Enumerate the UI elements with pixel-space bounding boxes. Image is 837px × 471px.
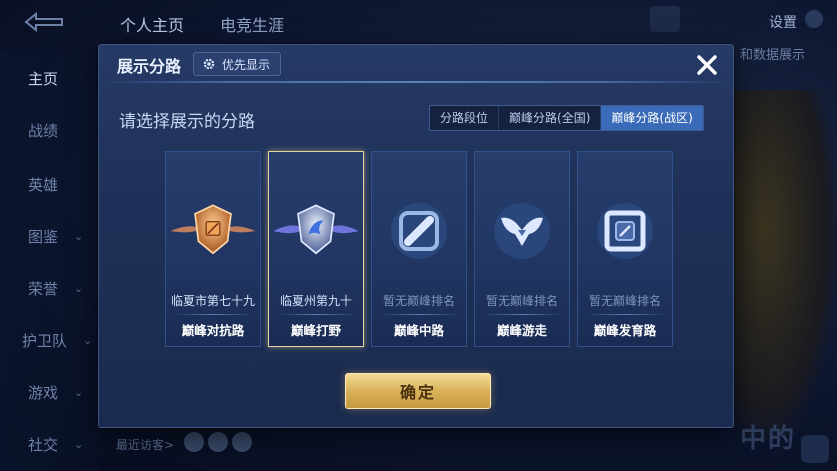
lane-card-top[interactable]: 临夏市第七十九 巅峰对抗路 (165, 151, 261, 347)
chevron-down-icon: ⌄ (74, 438, 84, 451)
card-rank-text: 临夏市第七十九 (170, 294, 255, 308)
back-arrow-icon[interactable] (22, 10, 70, 34)
card-lane-label: 巅峰游走 (496, 323, 547, 338)
settings-icon[interactable] (805, 10, 823, 28)
lane-card-jungle[interactable]: 临夏州第九十 巅峰打野 (268, 151, 364, 347)
sidebar-item-home[interactable]: 主页 (28, 68, 58, 89)
header-divider (99, 81, 733, 83)
roam-icon (475, 186, 569, 276)
card-divider (380, 314, 460, 315)
sidebar (0, 50, 100, 471)
corner-icon[interactable] (801, 435, 829, 463)
chevron-down-icon: ⌄ (74, 230, 84, 243)
dialog-header: 展示分路 优先显示 (99, 45, 733, 81)
sidebar-item-game[interactable]: 游戏 ⌄ (28, 382, 83, 403)
card-rank-text: 暂无巅峰排名 (485, 294, 558, 308)
tab-lane-rank[interactable]: 分路段位 (430, 106, 500, 130)
silver-shield-emblem-icon (269, 186, 363, 276)
sidebar-item-social[interactable]: 社交 ⌄ (28, 434, 83, 455)
chevron-down-icon: ⌄ (74, 386, 84, 399)
banner-text: 中的 (740, 424, 797, 454)
card-rank-text: 暂无巅峰排名 (382, 294, 455, 308)
sidebar-item-heroes[interactable]: 英雄 (28, 174, 58, 195)
confirm-button[interactable]: 确定 (345, 373, 491, 409)
lane-rank-tabs: 分路段位 巅峰分路(全国) 巅峰分路(战区) (429, 105, 704, 131)
tab-peak-region[interactable]: 巅峰分路(战区) (601, 106, 703, 130)
notification-icon[interactable] (650, 6, 680, 32)
card-lane-label: 巅峰发育路 (593, 323, 657, 338)
bronze-shield-emblem-icon (166, 186, 260, 276)
card-lane-label: 巅峰中路 (393, 323, 444, 338)
lane-prompt: 请选择展示的分路 (119, 112, 255, 132)
priority-display-label: 优先显示 (222, 57, 271, 72)
card-lane-label: 巅峰对抗路 (181, 323, 245, 338)
card-divider (277, 314, 357, 315)
lane-display-dialog: 展示分路 优先显示 请选择展示的分路 分路段位 巅峰分路(全国) 巅峰分路(战区… (98, 44, 734, 428)
top-tabs: 个人主页 电竞生涯 (120, 12, 284, 36)
avatar[interactable] (232, 432, 252, 452)
tab-profile[interactable]: 个人主页 (120, 12, 184, 36)
sidebar-item-honors[interactable]: 荣誉 ⌄ (28, 278, 83, 299)
lane-card-mid[interactable]: 暂无巅峰排名 巅峰中路 (371, 151, 467, 347)
tab-peak-national[interactable]: 巅峰分路(全国) (499, 106, 602, 130)
sidebar-item-records[interactable]: 战绩 (28, 120, 58, 141)
card-rank-text: 临夏州第九十 (279, 294, 352, 308)
avatar[interactable] (184, 432, 204, 452)
close-icon[interactable] (693, 51, 721, 79)
sidebar-item-gallery[interactable]: 图鉴 ⌄ (28, 226, 83, 247)
priority-display-button[interactable]: 优先显示 (193, 52, 282, 76)
card-divider (483, 314, 563, 315)
gear-icon (202, 57, 216, 71)
lane-card-adc[interactable]: 暂无巅峰排名 巅峰发育路 (577, 151, 673, 347)
settings-label[interactable]: 设置 (769, 12, 797, 32)
avatar[interactable] (208, 432, 228, 452)
card-divider (174, 314, 254, 315)
hero-figure (717, 90, 837, 440)
display-data-label: 和数据展示 (739, 48, 805, 63)
card-lane-label: 巅峰打野 (290, 323, 341, 338)
card-rank-text: 暂无巅峰排名 (588, 294, 661, 308)
dialog-title: 展示分路 (117, 57, 182, 76)
tab-esports-career[interactable]: 电竞生涯 (220, 12, 284, 36)
sidebar-item-guard[interactable]: 护卫队 ⌄ (22, 330, 92, 351)
chevron-down-icon: ⌄ (83, 334, 93, 347)
chevron-down-icon: ⌄ (74, 282, 84, 295)
lane-card-roam[interactable]: 暂无巅峰排名 巅峰游走 (474, 151, 570, 347)
adc-lane-icon (578, 186, 672, 276)
recent-visitors-link[interactable]: 最近访客> (116, 436, 174, 453)
mid-lane-icon (372, 186, 466, 276)
card-divider (586, 314, 666, 315)
